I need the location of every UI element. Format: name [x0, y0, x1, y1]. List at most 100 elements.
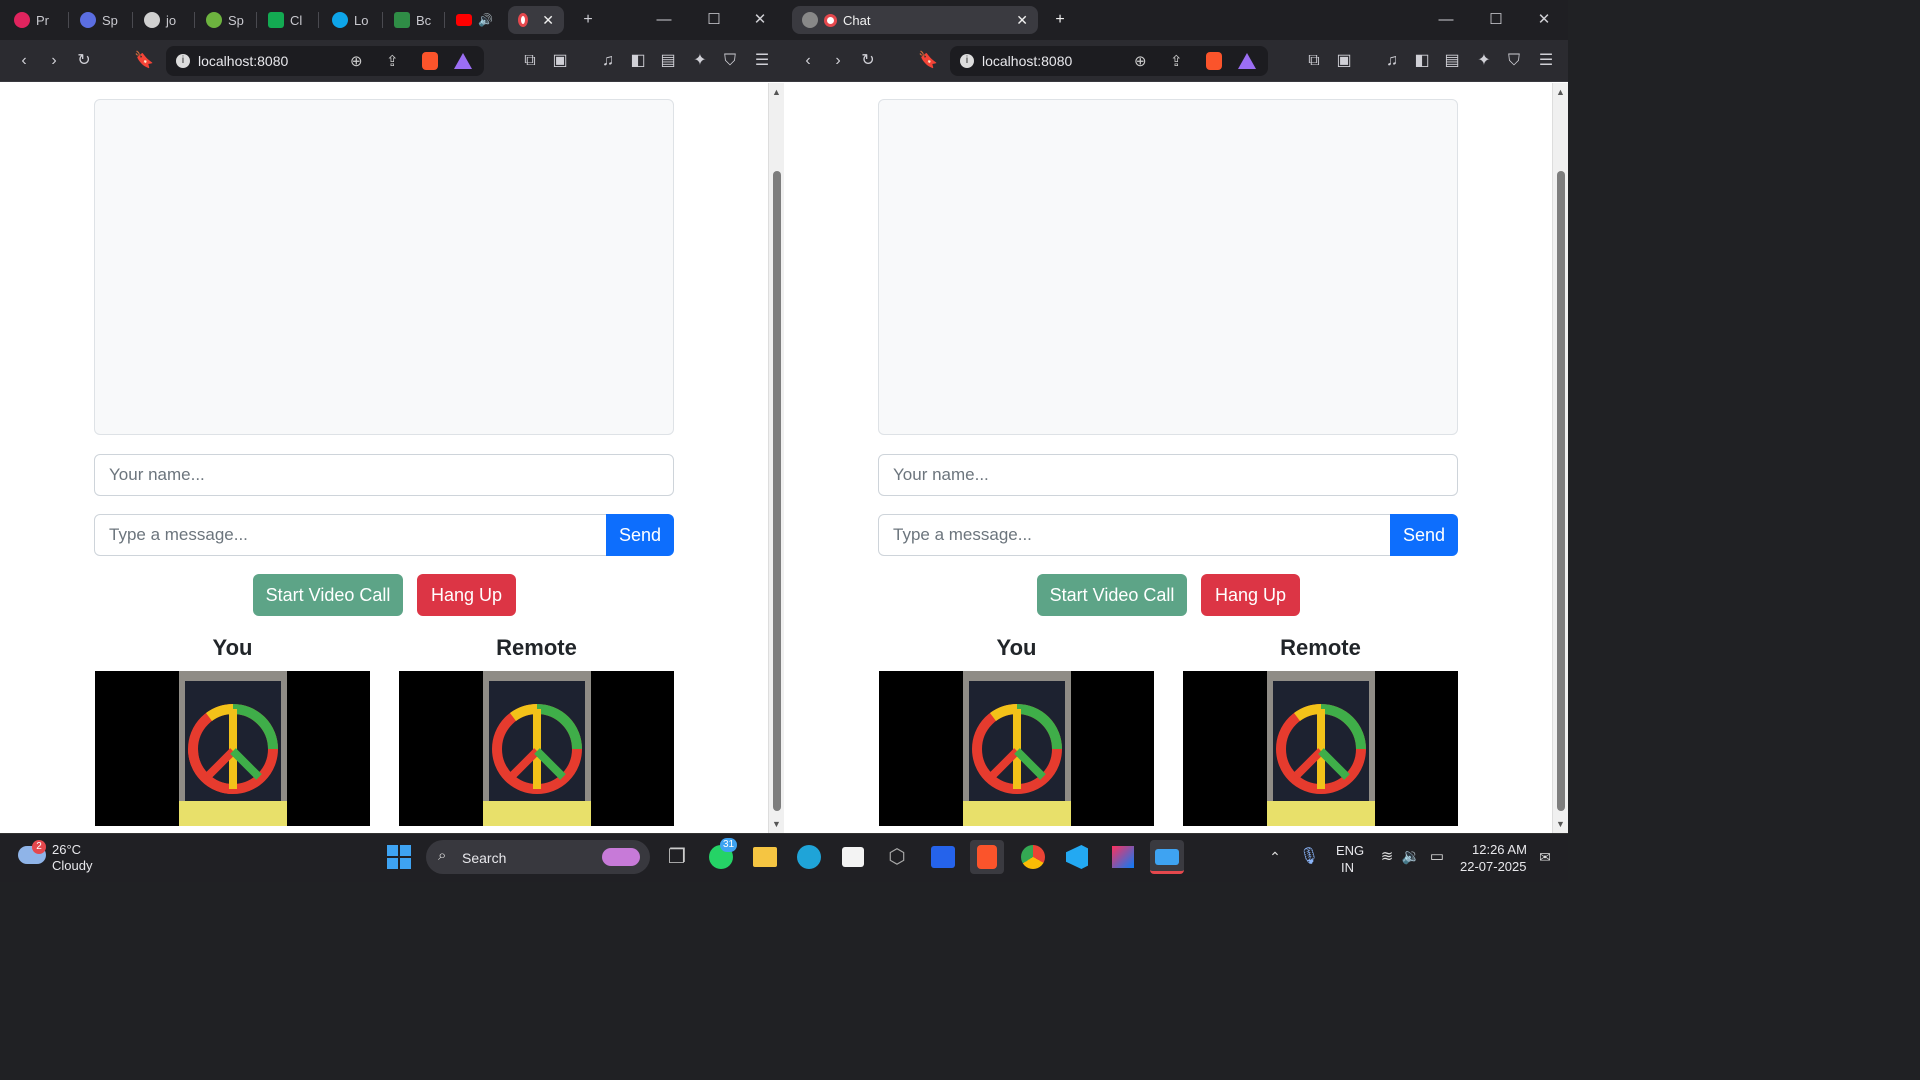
notification-icon[interactable]: ✉ — [1528, 840, 1562, 874]
tab-1[interactable]: Pr — [14, 6, 49, 34]
task-view-icon[interactable]: ❐ — [660, 840, 694, 874]
forward-button[interactable]: › — [824, 47, 852, 75]
message-input[interactable]: Type a message... — [94, 514, 607, 556]
new-tab-button[interactable]: + — [574, 6, 602, 34]
windows-start-icon[interactable] — [382, 840, 416, 874]
clock-time[interactable]: 12:26 AM — [1472, 842, 1527, 857]
leo-ai-icon[interactable]: ✦ — [1470, 47, 1498, 75]
minimize-button[interactable]: — — [1426, 6, 1466, 34]
edge-icon[interactable] — [792, 840, 826, 874]
tab-active[interactable]: ✕ — [508, 6, 564, 34]
forward-button[interactable]: › — [40, 47, 68, 75]
send-button[interactable]: Send — [606, 514, 674, 556]
chrome-icon[interactable] — [1016, 840, 1050, 874]
vertical-scrollbar[interactable]: ▲ ▼ — [768, 83, 784, 833]
vertical-scrollbar[interactable]: ▲ ▼ — [1552, 83, 1568, 833]
bookmark-icon[interactable]: 🔖 — [130, 47, 158, 75]
store-icon[interactable] — [836, 840, 870, 874]
intellij-icon[interactable] — [1106, 840, 1140, 874]
menu-icon[interactable]: ☰ — [1532, 47, 1560, 75]
maximize-button[interactable]: ☐ — [1476, 6, 1516, 34]
whatsapp-icon[interactable]: 31 — [704, 838, 738, 874]
wallet-icon[interactable]: ▤ — [654, 47, 682, 75]
close-window-button[interactable]: ✕ — [740, 6, 780, 34]
start-video-call-button[interactable]: Start Video Call — [1037, 574, 1187, 616]
vscode-icon[interactable] — [1060, 840, 1094, 874]
brave-shields-icon[interactable] — [422, 52, 438, 70]
name-input[interactable]: Your name... — [878, 454, 1458, 496]
tab-7[interactable]: Bc — [394, 6, 431, 34]
leo-ai-icon[interactable]: ✦ — [686, 47, 714, 75]
clock-date[interactable]: 22-07-2025 — [1460, 859, 1527, 874]
extensions-icon[interactable]: ⧉ — [516, 47, 544, 75]
name-input[interactable]: Your name... — [94, 454, 674, 496]
language-bottom[interactable]: IN — [1341, 860, 1354, 875]
tab-label: Chat — [843, 12, 871, 28]
tab-4[interactable]: Sp — [206, 6, 244, 34]
close-tab-icon[interactable]: ✕ — [542, 12, 554, 29]
vpn-icon[interactable]: ⛉ — [716, 47, 744, 75]
menu-icon[interactable]: ☰ — [748, 47, 776, 75]
music-icon[interactable]: ♫ — [1378, 47, 1406, 75]
file-explorer-icon[interactable] — [748, 840, 782, 874]
address-bar[interactable]: i localhost:8080 ⊕ ⇪ — [166, 46, 484, 76]
reader-icon[interactable]: ▣ — [546, 47, 574, 75]
info-icon[interactable]: i — [960, 54, 974, 68]
scroll-up-icon[interactable]: ▲ — [1556, 87, 1565, 97]
share-icon[interactable]: ⇪ — [1170, 52, 1183, 70]
info-icon[interactable]: i — [176, 54, 190, 68]
share-icon[interactable]: ⇪ — [386, 52, 399, 70]
reader-icon[interactable]: ▣ — [1330, 47, 1358, 75]
tab-8-youtube-audio[interactable]: 🔊 — [456, 6, 493, 34]
music-icon[interactable]: ♫ — [594, 47, 622, 75]
tab-2[interactable]: Sp — [80, 6, 118, 34]
scroll-down-icon[interactable]: ▼ — [1556, 819, 1565, 829]
hang-up-button[interactable]: Hang Up — [417, 574, 516, 616]
reload-button[interactable]: ↻ — [70, 47, 98, 75]
vpn-icon[interactable]: ⛉ — [1500, 47, 1528, 75]
send-button[interactable]: Send — [1390, 514, 1458, 556]
brave-shields-icon[interactable] — [1206, 52, 1222, 70]
back-button[interactable]: ‹ — [10, 47, 38, 75]
zoom-icon[interactable]: ⊕ — [350, 52, 363, 70]
close-tab-icon[interactable]: ✕ — [1016, 12, 1028, 29]
battery-icon[interactable]: ▭ — [1420, 840, 1454, 874]
reload-button[interactable]: ↻ — [854, 47, 882, 75]
scroll-up-icon[interactable]: ▲ — [772, 87, 781, 97]
sidebar-icon[interactable]: ◧ — [624, 47, 652, 75]
tab-5[interactable]: Cl — [268, 6, 302, 34]
minimize-button[interactable]: — — [644, 6, 684, 34]
maximize-button[interactable]: ☐ — [694, 6, 734, 34]
chrome-logo — [1021, 845, 1045, 869]
language-top[interactable]: ENG — [1336, 843, 1364, 858]
brave-icon[interactable] — [970, 840, 1004, 874]
address-bar[interactable]: i localhost:8080 ⊕ ⇪ — [950, 46, 1268, 76]
record-favicon-icon — [518, 13, 529, 27]
hang-up-button[interactable]: Hang Up — [1201, 574, 1300, 616]
sidebar-icon[interactable]: ◧ — [1408, 47, 1436, 75]
brave-rewards-icon[interactable] — [454, 53, 472, 69]
tab-3[interactable]: jo — [144, 6, 176, 34]
back-button[interactable]: ‹ — [794, 47, 822, 75]
app-hex-icon[interactable]: ⬡ — [880, 840, 914, 874]
wallet-icon[interactable]: ▤ — [1438, 47, 1466, 75]
microphone-icon[interactable]: 🎙 — [1292, 840, 1326, 874]
message-input[interactable]: Type a message... — [878, 514, 1391, 556]
tab-6[interactable]: Lo — [332, 6, 368, 34]
show-hidden-icons-icon[interactable]: ⌃ — [1258, 840, 1292, 874]
scrollbar-thumb[interactable] — [773, 171, 781, 811]
video-app-icon[interactable] — [1150, 840, 1184, 874]
start-video-call-button[interactable]: Start Video Call — [253, 574, 403, 616]
zoom-icon[interactable]: ⊕ — [1134, 52, 1147, 70]
app-m-icon[interactable] — [926, 840, 960, 874]
scroll-down-icon[interactable]: ▼ — [772, 819, 781, 829]
new-tab-button[interactable]: + — [1046, 6, 1074, 34]
extensions-icon[interactable]: ⧉ — [1300, 47, 1328, 75]
close-window-button[interactable]: ✕ — [1524, 6, 1564, 34]
tab-chat[interactable]: Chat ✕ — [792, 6, 1038, 34]
weather-widget[interactable]: 2 26°C Cloudy — [16, 838, 106, 878]
scrollbar-thumb[interactable] — [1557, 171, 1565, 811]
brave-rewards-icon[interactable] — [1238, 53, 1256, 69]
taskbar-search[interactable]: ⌕ Search — [426, 840, 650, 874]
bookmark-icon[interactable]: 🔖 — [914, 47, 942, 75]
